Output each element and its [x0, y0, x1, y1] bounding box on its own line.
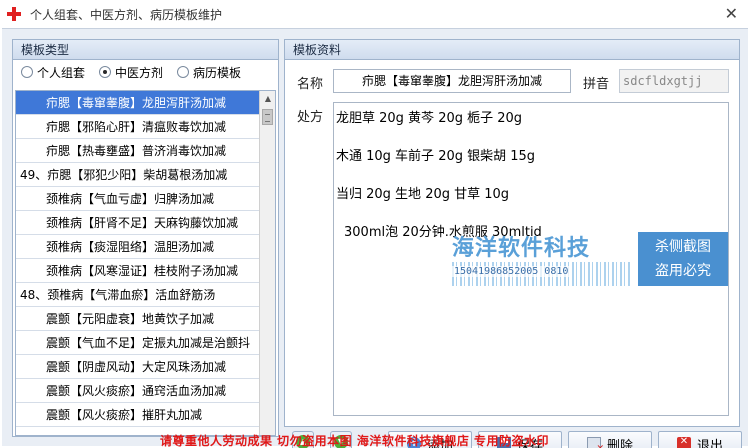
template-list-item[interactable]: 震颤【元阳虚衰】地黄饮子加减	[16, 307, 261, 331]
footer-watermark: 请尊重他人劳动成果 切勿盗用本图 海洋软件科技旗舰店 专用防盗水印	[160, 434, 550, 448]
template-list-item[interactable]: 疖腮【邪陷心肝】清瘟败毒饮加减	[16, 115, 261, 139]
pinyin-label: 拼音	[583, 77, 610, 92]
template-list-item[interactable]: 颈椎病【气血亏虚】归脾汤加减	[16, 187, 261, 211]
template-type-radios: 个人组套 中医方剂 病历模板	[13, 60, 278, 84]
prescription-label: 处方	[297, 110, 324, 125]
template-list-item[interactable]: 49、疖腮【邪犯少阳】柴胡葛根汤加减	[16, 163, 261, 187]
template-list-item[interactable]: 颈椎病【肝肾不足】天麻钩藤饮加减	[16, 211, 261, 235]
radio-personal-set-label: 个人组套	[37, 65, 86, 80]
delete-button-label: 删除	[606, 438, 633, 448]
prescription-line: 300ml泡 20分钟.水煎服 30mltid	[344, 225, 542, 240]
template-list-item[interactable]: 疖腮【毒窜睾腹】龙胆泻肝汤加减	[16, 91, 261, 115]
name-label: 名称	[297, 77, 324, 92]
template-list-item[interactable]: 震颤【风火痰瘀】摧肝丸加减	[16, 403, 261, 427]
radio-medical-record-circle[interactable]	[177, 66, 190, 78]
template-detail-header: 模板资料	[285, 40, 739, 60]
delete-icon	[586, 437, 604, 448]
template-list-item[interactable]: 颈椎病【痰湿阻络】温胆汤加减	[16, 235, 261, 259]
scroll-up-arrow-icon[interactable]: ▲	[260, 91, 275, 107]
prescription-line: 木通 10g 车前子 20g 银柴胡 15g	[336, 149, 536, 164]
radio-personal-set[interactable]: 个人组套	[21, 64, 85, 81]
template-list-item[interactable]: 震颤【风火痰瘀】通窍活血汤加减	[16, 379, 261, 403]
radio-medical-record-label: 病历模板	[193, 65, 242, 80]
radio-tcm-formula[interactable]: 中医方剂	[99, 64, 163, 81]
scroll-thumb[interactable]	[262, 109, 273, 125]
pinyin-field[interactable]: sdcfldxgtjj	[619, 69, 729, 93]
template-detail-panel: 模板资料 名称 疖腮【毒窜睾腹】龙胆泻肝汤加减 拼音 sdcfldxgtjj 处…	[284, 39, 740, 427]
radio-personal-set-circle[interactable]	[21, 66, 33, 78]
template-list-item[interactable]: 震颤【阴虚风动】大定风珠汤加减	[16, 355, 261, 379]
template-list[interactable]: 疖腮【毒窜睾腹】龙胆泻肝汤加减 疖腮【邪陷心肝】清瘟败毒饮加减 疖腮【热毒壅盛】普济…	[15, 90, 276, 436]
prescription-textarea[interactable]: 龙胆草 20g 黄芩 20g 栀子 20g 木通 10g 车前子 20g 银柴胡…	[333, 102, 729, 416]
template-list-rows: 疖腮【毒窜睾腹】龙胆泻肝汤加减 疖腮【邪陷心肝】清瘟败毒饮加减 疖腮【热毒壅盛】普济…	[16, 91, 261, 427]
template-list-item[interactable]: 疖腮【热毒壅盛】普济消毒饮加减	[16, 139, 261, 163]
template-type-panel: 模板类型 个人组套 中医方剂 病历模板 疖腮【毒窜睾腹】龙胆泻肝汤加减 疖腮【邪陷…	[12, 39, 279, 437]
exit-button-label: 退出	[696, 438, 723, 448]
radio-tcm-formula-label: 中医方剂	[115, 65, 164, 80]
radio-medical-record[interactable]: 病历模板	[177, 64, 241, 81]
template-list-item[interactable]: 震颤【气血不足】定振丸加减是治颤抖	[16, 331, 261, 355]
template-type-header: 模板类型	[13, 40, 278, 60]
title-bar: 个人组套、中医方剂、病历模板维护 ✕	[0, 0, 750, 28]
window-close-icon[interactable]: ✕	[725, 4, 738, 23]
template-list-item[interactable]: 颈椎病【风寒湿证】桂枝附子汤加减	[16, 259, 261, 283]
name-field[interactable]: 疖腮【毒窜睾腹】龙胆泻肝汤加减	[333, 69, 571, 93]
radio-tcm-formula-circle[interactable]	[99, 66, 112, 78]
template-list-item[interactable]: 48、颈椎病【气滞血瘀】活血舒筋汤	[16, 283, 261, 307]
prescription-line: 当归 20g 生地 20g 甘草 10g	[336, 187, 510, 202]
window-title: 个人组套、中医方剂、病历模板维护	[30, 7, 223, 22]
exit-button[interactable]: 退出	[658, 431, 742, 448]
list-scrollbar[interactable]: ▲	[259, 91, 275, 435]
window-body: 模板类型 个人组套 中医方剂 病历模板 疖腮【毒窜睾腹】龙胆泻肝汤加减 疖腮【邪陷…	[2, 28, 748, 448]
red-cross-app-icon	[6, 6, 22, 22]
delete-button[interactable]: 删除	[568, 431, 652, 448]
prescription-line: 龙胆草 20g 黄芩 20g 栀子 20g	[336, 111, 523, 126]
exit-icon	[676, 436, 691, 448]
